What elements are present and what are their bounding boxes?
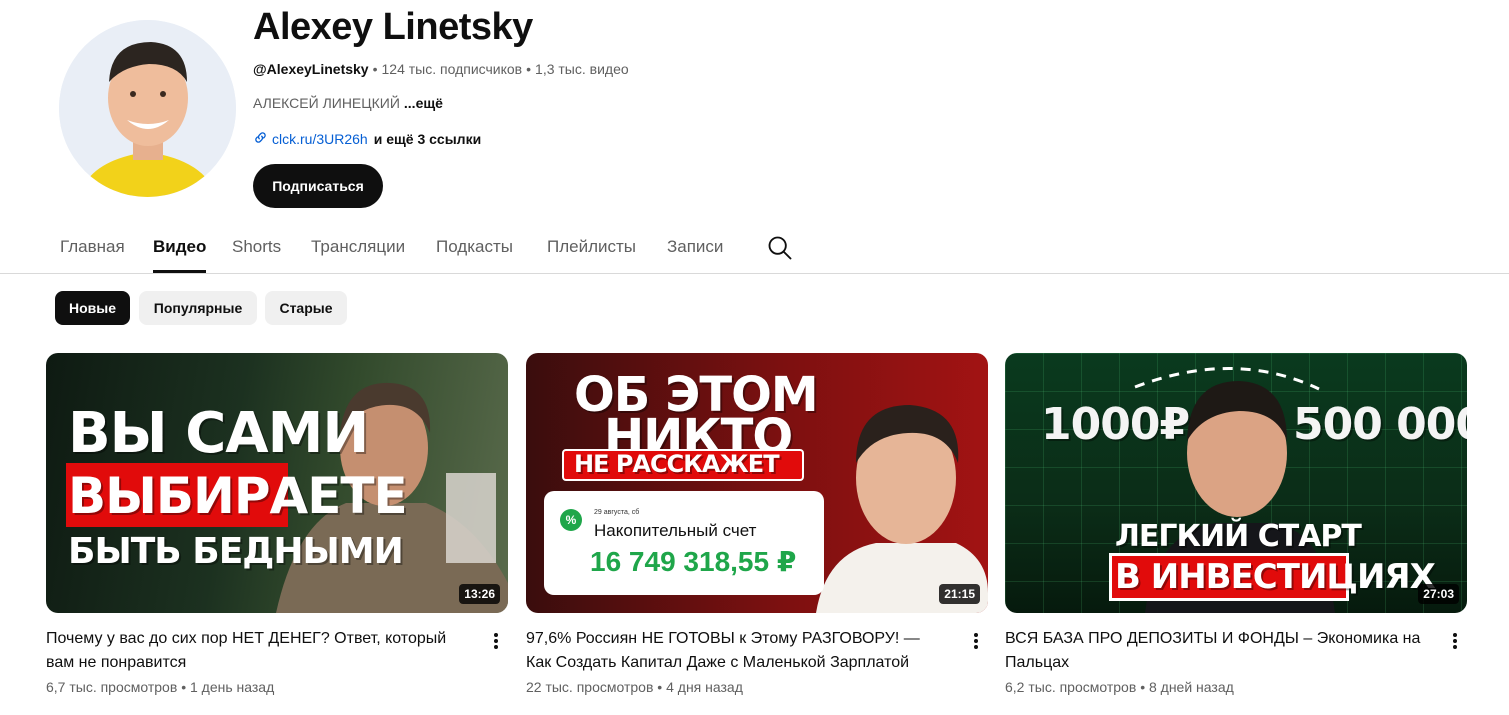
thumbnail-text: НЕ РАССКАЖЕТ [574,450,780,478]
tab-shorts[interactable]: Shorts [232,226,281,273]
view-count: 6,7 тыс. просмотров [46,679,178,695]
extra-links[interactable]: и ещё 3 ссылки [374,131,481,147]
chip-oldest[interactable]: Старые [265,291,347,325]
separator: • [657,679,663,695]
percent-icon: % [560,509,582,531]
channel-links[interactable]: clck.ru/3UR26h и ещё 3 ссылки [253,130,481,148]
subscriber-count: 124 тыс. подписчиков [381,61,523,77]
video-card[interactable]: 1000₽ 500 000₽ ЛЕГКИЙ СТАРТ В ИНВЕСТИЦИЯ… [1005,353,1467,695]
separator: • [526,61,532,77]
channel-avatar[interactable] [59,20,236,197]
video-thumbnail[interactable]: ВЫ САМИ ВЫБИРАЕТЕ БЫТЬ БЕДНЫМИ 13:26 [46,353,508,613]
more-vert-icon[interactable] [1447,631,1463,651]
thumbnail-text: БЫТЬ БЕДНЫМИ [68,531,404,572]
subscribe-button[interactable]: Подписаться [253,164,383,208]
video-meta: 6,7 тыс. просмотров • 1 день назад [46,679,274,695]
view-count: 6,2 тыс. просмотров [1005,679,1137,695]
video-card[interactable]: ВЫ САМИ ВЫБИРАЕТЕ БЫТЬ БЕДНЫМИ 13:26 Поч… [46,353,508,695]
channel-title: Alexey Linetsky [253,6,533,48]
search-icon[interactable] [766,234,794,262]
thumbnail-text: ВЫ САМИ [68,401,369,466]
view-count: 22 тыс. просмотров [526,679,654,695]
upload-age: 1 день назад [189,679,275,695]
duration-badge: 21:15 [939,584,980,604]
thumbnail-text: ЛЕГКИЙ СТАРТ [1115,519,1362,554]
duration-badge: 13:26 [459,584,500,604]
avatar-portrait [59,20,236,197]
tab-home[interactable]: Главная [60,226,125,273]
description-text: АЛЕКСЕЙ ЛИНЕЦКИЙ [253,95,400,111]
card-label: Накопительный счет [594,521,757,540]
tab-podcasts[interactable]: Подкасты [436,226,513,273]
savings-card: % 29 августа, сб Накопительный счет 16 7… [544,491,824,595]
duration-badge: 27:03 [1418,584,1459,604]
upload-age: 8 дней назад [1148,679,1234,695]
chip-popular[interactable]: Популярные [139,291,257,325]
video-thumbnail[interactable]: ОБ ЭТОМ НИКТО НЕ РАССКАЖЕТ % 29 августа,… [526,353,988,613]
channel-meta: @AlexeyLinetsky • 124 тыс. подписчиков • 1,3… [253,61,629,77]
tab-videos[interactable]: Видео [153,226,207,273]
video-meta: 22 тыс. просмотров • 4 дня назад [526,679,743,695]
channel-tabs: Главная Видео Shorts Трансляции Подкасты… [0,226,1509,274]
thumbnail-text: В ИНВЕСТИЦИЯХ [1115,557,1436,597]
video-title[interactable]: ВСЯ БАЗА ПРО ДЕПОЗИТЫ И ФОНДЫ – Экономик… [1005,627,1425,675]
tab-live[interactable]: Трансляции [311,226,405,273]
tab-posts[interactable]: Записи [667,226,723,273]
more-vert-icon[interactable] [488,631,504,651]
video-title[interactable]: Почему у вас до сих пор НЕТ ДЕНЕГ? Ответ… [46,627,466,675]
channel-description[interactable]: АЛЕКСЕЙ ЛИНЕЦКИЙ ...ещё [253,95,443,111]
separator: • [372,61,378,77]
video-thumbnail[interactable]: 1000₽ 500 000₽ ЛЕГКИЙ СТАРТ В ИНВЕСТИЦИЯ… [1005,353,1467,613]
card-date: 29 августа, сб [594,509,640,516]
thumbnail-text: ВЫБИРАЕТЕ [68,467,408,525]
card-amount: 16 749 318,55 ₽ [590,546,797,577]
video-title[interactable]: 97,6% Россиян НЕ ГОТОВЫ к Этому РАЗГОВОР… [526,627,946,675]
separator: • [181,679,187,695]
chip-newest[interactable]: Новые [55,291,130,325]
tab-playlists[interactable]: Плейлисты [547,226,636,273]
upload-age: 4 дня назад [666,679,743,695]
channel-link[interactable]: clck.ru/3UR26h [272,131,368,147]
channel-handle: @AlexeyLinetsky [253,61,369,77]
video-count: 1,3 тыс. видео [535,61,629,77]
more-vert-icon[interactable] [968,631,984,651]
link-icon [253,130,268,148]
more-link[interactable]: ...ещё [404,95,443,111]
thumbnail-text: 1000₽ [1041,399,1190,450]
separator: • [1140,679,1146,695]
video-card[interactable]: ОБ ЭТОМ НИКТО НЕ РАССКАЖЕТ % 29 августа,… [526,353,988,695]
thumbnail-text: 500 000₽ [1293,399,1467,450]
video-meta: 6,2 тыс. просмотров • 8 дней назад [1005,679,1234,695]
